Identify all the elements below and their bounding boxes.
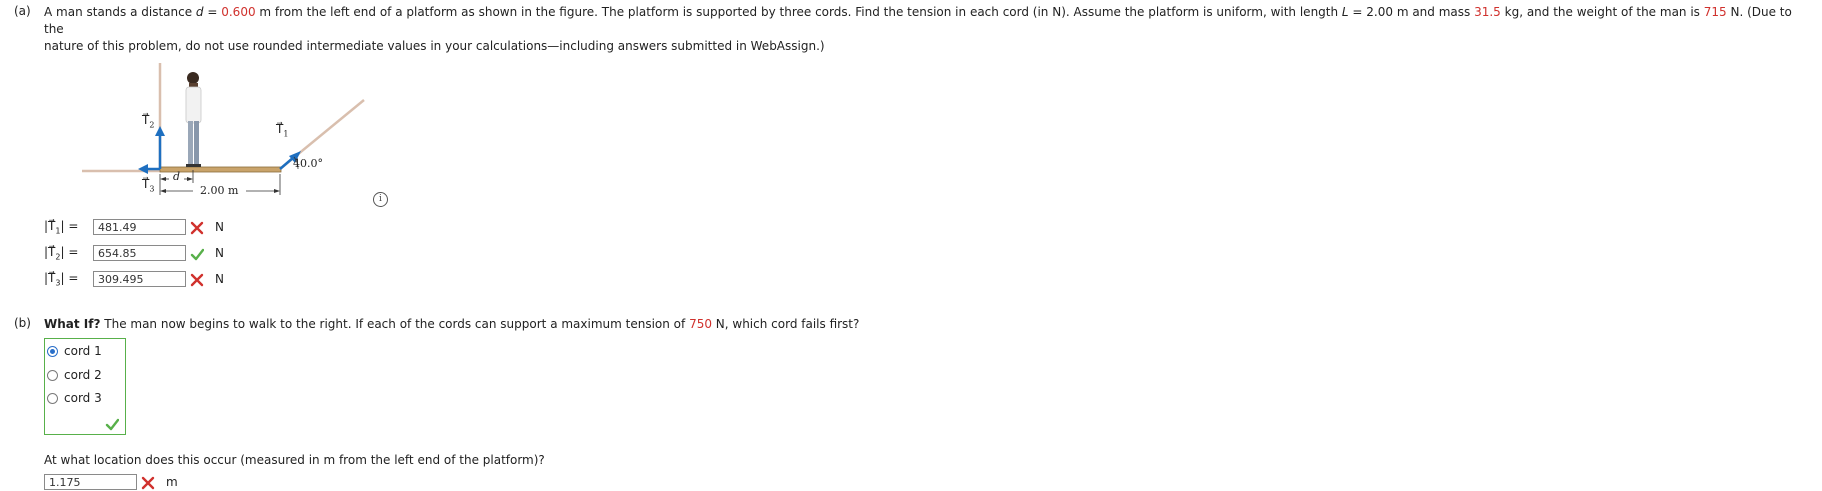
q-text: = 2.00 m and mass — [1348, 5, 1475, 19]
incorrect-x-icon — [190, 273, 204, 287]
t2-label: T⃗2 — [142, 113, 155, 130]
q-text: A man stands a distance — [44, 5, 196, 19]
mass-value: 31.5 — [1474, 5, 1501, 19]
radio-button-selected[interactable] — [47, 345, 58, 357]
t3-answer-input[interactable]: 309.495 — [93, 271, 186, 287]
d-value: 0.600 — [221, 5, 256, 19]
q-text: The man now begins to walk to the right.… — [100, 317, 690, 331]
q-text: kg, and the weight of the man is — [1500, 5, 1704, 19]
option-label: cord 2 — [64, 368, 102, 382]
t1-answer-input[interactable]: 481.49 — [93, 219, 186, 235]
t1-answer-label: |T⃗1| = — [44, 219, 79, 236]
platform-figure: T⃗2 T⃗1 T⃗3 d 2.00 m 40.0° — [80, 58, 380, 208]
option-cord-1[interactable]: cord 1 — [47, 344, 102, 358]
t3-arrowhead — [138, 164, 148, 174]
length-label: 2.00 m — [200, 184, 239, 197]
weight-value: 715 — [1703, 5, 1727, 19]
q-text: m from the left end of a platform as sho… — [255, 5, 1342, 19]
incorrect-x-icon — [141, 476, 155, 490]
t1-label: T⃗1 — [276, 122, 289, 139]
option-cord-2[interactable]: cord 2 — [47, 368, 102, 382]
part-b-label: (b) — [14, 316, 31, 330]
option-cord-3[interactable]: cord 3 — [47, 391, 102, 405]
part-b-location-question: At what location does this occur (measur… — [44, 453, 545, 467]
part-a-question: A man stands a distance d = 0.600 m from… — [44, 4, 1814, 55]
t2-arrowhead — [155, 126, 165, 136]
location-unit: m — [166, 475, 178, 489]
option-label: cord 3 — [64, 391, 102, 405]
incorrect-x-icon — [190, 221, 204, 235]
max-tension-value: 750 — [689, 317, 712, 331]
t3-label: T⃗3 — [142, 177, 155, 194]
d-label: d — [173, 170, 181, 183]
location-answer-input[interactable]: 1.175 — [44, 474, 137, 490]
part-a-label: (a) — [14, 4, 31, 18]
option-label: cord 1 — [64, 344, 102, 358]
t3-unit: N — [215, 272, 224, 286]
what-if-label: What If? — [44, 317, 101, 331]
q-text: N, which cord fails first? — [711, 317, 860, 331]
radio-button[interactable] — [47, 392, 58, 404]
cord-choice-group: cord 1 cord 2 cord 3 — [44, 338, 126, 435]
d-variable: d — [195, 5, 204, 19]
t2-answer-input[interactable]: 654.85 — [93, 245, 186, 261]
q-text: = — [203, 5, 222, 19]
t1-unit: N — [215, 220, 224, 234]
info-icon[interactable]: i — [373, 192, 388, 207]
correct-check-icon — [190, 248, 204, 261]
correct-check-icon — [105, 418, 119, 431]
t3-answer-label: |T⃗3| = — [44, 271, 79, 288]
part-b-question: What If? The man now begins to walk to t… — [44, 316, 1744, 333]
L-variable: L — [1341, 5, 1349, 19]
t2-unit: N — [215, 246, 224, 260]
man-figure — [185, 72, 202, 167]
angle-label: 40.0° — [293, 157, 323, 170]
t2-answer-label: |T⃗2| = — [44, 245, 79, 262]
radio-button[interactable] — [47, 369, 58, 381]
q-text-line2: nature of this problem, do not use round… — [44, 39, 825, 53]
